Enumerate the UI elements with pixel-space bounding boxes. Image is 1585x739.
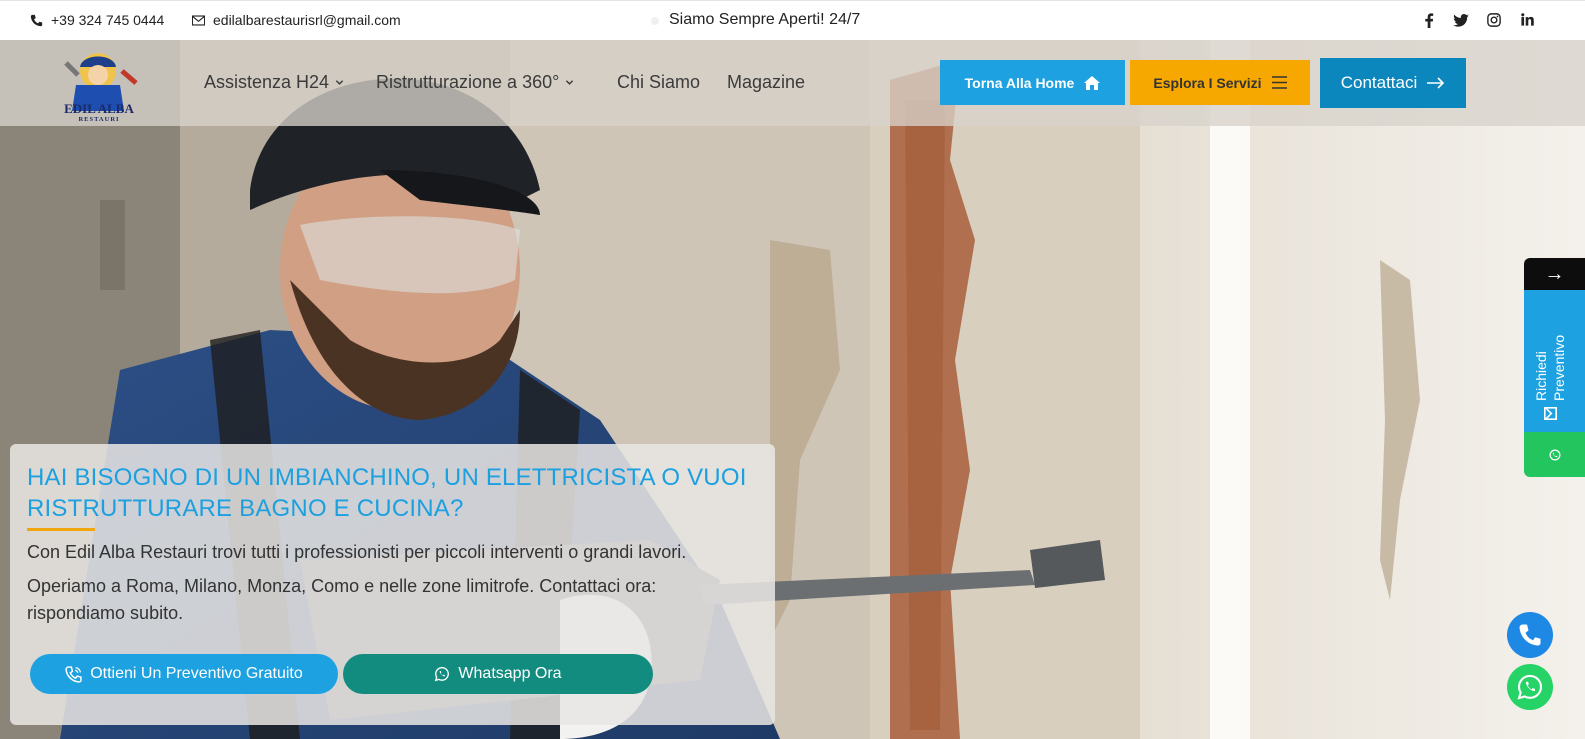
arrow-right-icon [1427, 77, 1445, 89]
twitter-icon[interactable] [1453, 14, 1469, 27]
contact-button-label: Contattaci [1340, 73, 1418, 92]
phone-icon [30, 14, 43, 26]
phone-link[interactable]: +39 324 745 0444 [30, 12, 164, 28]
whatsapp-icon [1517, 674, 1543, 700]
nav-item-magazine[interactable]: Magazine [727, 72, 805, 93]
hero-heading: HAI BISOGNO DI UN IMBIANCHINO, UN ELETTR… [27, 464, 747, 522]
whatsapp-now-label: Whatsapp Ora [458, 665, 562, 682]
arrow-right-icon: → [1544, 262, 1565, 285]
tagline-bullet [651, 17, 659, 25]
floating-whatsapp-button[interactable] [1507, 664, 1553, 710]
edil-alba-logo[interactable]: EDIL ALBA RESTAURI [56, 45, 142, 123]
whatsapp-now-button[interactable]: Whatsapp Ora [343, 654, 653, 694]
nav-item-chi-siamo[interactable]: Chi Siamo [617, 72, 700, 93]
hero-card: HAI BISOGNO DI UN IMBIANCHINO, UN ELETTR… [10, 444, 775, 725]
instagram-icon[interactable] [1487, 13, 1501, 27]
contact-button[interactable]: Contattaci [1320, 58, 1466, 108]
nav-item-label: Assistenza H24 [204, 72, 330, 92]
whatsapp-icon [435, 666, 450, 682]
get-quote-label: Ottieni Un Preventivo Gratuito [90, 665, 303, 682]
email-address: edilalbarestaurisrl@gmail.com [213, 12, 401, 28]
envelope-icon [192, 14, 205, 26]
phone-ring-icon [65, 665, 82, 683]
email-link[interactable]: edilalbarestaurisrl@gmail.com [192, 12, 401, 28]
chevron-down-icon [566, 80, 574, 85]
whatsapp-icon [1549, 449, 1560, 460]
services-button[interactable]: Esplora I Servizi [1130, 60, 1310, 105]
home-button-label: Torna Alla Home [964, 74, 1075, 91]
menu-icon [1271, 76, 1287, 89]
side-tab-toggle[interactable]: → [1524, 258, 1585, 290]
request-quote-label: Richiedi Preventivo [1533, 334, 1567, 401]
nav-item-ristrutturazione[interactable]: Ristrutturazione a 360° [376, 72, 574, 93]
open-tagline: Siamo Sempre Aperti! 24/7 [669, 11, 861, 28]
floating-call-button[interactable] [1507, 612, 1553, 658]
logo-title: EDIL ALBA [64, 101, 134, 116]
home-button[interactable]: Torna Alla Home [940, 60, 1125, 105]
request-quote-side-tab[interactable]: Richiedi Preventivo [1524, 290, 1585, 432]
nav-item-assistenza[interactable]: Assistenza H24 [204, 72, 344, 93]
top-bar: +39 324 745 0444 edilalbarestaurisrl@gma… [0, 0, 1585, 40]
services-button-label: Esplora I Servizi [1153, 74, 1262, 91]
home-icon [1084, 75, 1101, 90]
mascot-logo-icon: EDIL ALBA RESTAURI [64, 53, 138, 123]
get-quote-button[interactable]: Ottieni Un Preventivo Gratuito [30, 654, 338, 694]
nav-item-label: Ristrutturazione a 360° [376, 72, 560, 92]
whatsapp-side-tab[interactable] [1524, 432, 1585, 477]
hero-paragraph-1: Con Edil Alba Restauri trovi tutti i pro… [27, 542, 687, 562]
nav-item-label: Chi Siamo [617, 72, 701, 92]
nav-item-label: Magazine [727, 72, 806, 92]
phone-number: +39 324 745 0444 [51, 12, 165, 28]
chevron-down-icon [335, 80, 344, 85]
facebook-icon[interactable] [1424, 13, 1434, 28]
phone-icon [1519, 624, 1541, 646]
logo-subtitle: RESTAURI [78, 116, 119, 123]
hero-paragraph-2: Operiamo a Roma, Milano, Monza, Como e n… [27, 576, 657, 623]
envelope-icon [1543, 407, 1557, 420]
linkedin-icon[interactable] [1521, 13, 1534, 26]
heading-underline [27, 528, 95, 531]
